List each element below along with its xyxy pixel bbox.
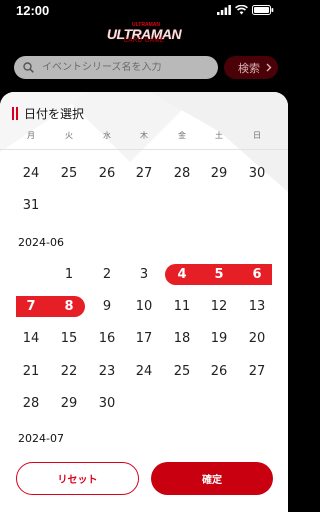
search-button-label: 検索 — [238, 61, 260, 75]
status-icons — [217, 5, 274, 15]
weekday-mon: 月 — [27, 131, 35, 140]
day-cell[interactable]: 24 — [129, 364, 159, 379]
weekday-tue: 火 — [65, 131, 73, 140]
day-cell[interactable]: 25 — [167, 364, 197, 379]
day-cell[interactable]: 31 — [16, 198, 46, 213]
day-cell[interactable]: 27 — [242, 364, 272, 379]
title-accent-icon — [12, 107, 18, 120]
chevron-right-icon — [266, 63, 272, 72]
day-cell[interactable]: 9 — [92, 299, 122, 314]
day-cell[interactable]: 26 — [204, 364, 234, 379]
sheet-header: 日付を選択 — [12, 105, 84, 122]
day-cell-selected[interactable]: 7 — [16, 299, 46, 314]
weekday-wed: 水 — [103, 131, 111, 140]
day-cell[interactable]: 24 — [16, 166, 46, 181]
day-cell[interactable]: 11 — [167, 299, 197, 314]
day-cell[interactable]: 30 — [92, 396, 122, 411]
search-field[interactable] — [14, 56, 218, 79]
day-cell[interactable]: 10 — [129, 299, 159, 314]
day-cell[interactable]: 16 — [92, 331, 122, 346]
day-cell[interactable]: 18 — [167, 331, 197, 346]
day-cell[interactable]: 1 — [54, 267, 84, 282]
day-cell[interactable]: 26 — [92, 166, 122, 181]
day-cell[interactable]: 28 — [16, 396, 46, 411]
day-cell[interactable]: 29 — [54, 396, 84, 411]
ultraman-logo: ULTRAMAN ULTRAMAN CARD GAME — [98, 22, 190, 46]
day-cell-selected[interactable]: 6 — [242, 267, 272, 282]
status-bar: 12:00 — [0, 0, 288, 22]
day-cell-selected[interactable]: 8 — [54, 299, 84, 314]
weekday-header: 月 火 水 木 金 土 日 — [0, 130, 288, 148]
reset-button[interactable]: リセット — [16, 462, 139, 495]
day-cell-selected[interactable]: 4 — [167, 267, 197, 282]
day-cell[interactable]: 25 — [54, 166, 84, 181]
day-cell[interactable]: 20 — [242, 331, 272, 346]
day-cell[interactable]: 23 — [92, 364, 122, 379]
confirm-button[interactable]: 確定 — [151, 462, 273, 495]
sheet-title: 日付を選択 — [24, 107, 85, 121]
day-cell[interactable]: 12 — [204, 299, 234, 314]
search-icon — [23, 62, 34, 73]
signal-icon — [217, 5, 231, 15]
status-time: 12:00 — [16, 3, 50, 18]
day-cell[interactable]: 15 — [54, 331, 84, 346]
day-cell-selected[interactable]: 5 — [204, 267, 234, 282]
search-input[interactable] — [42, 62, 212, 73]
day-cell[interactable]: 2 — [92, 267, 122, 282]
weekday-sat: 土 — [215, 131, 223, 140]
wifi-icon — [235, 5, 248, 15]
day-cell[interactable]: 28 — [167, 166, 197, 181]
day-cell[interactable]: 22 — [54, 364, 84, 379]
weekday-thu: 木 — [140, 131, 148, 140]
day-cell[interactable]: 17 — [129, 331, 159, 346]
logo-sub-text: CARD GAME — [123, 38, 165, 44]
day-cell[interactable]: 14 — [16, 331, 46, 346]
confirm-button-label: 確定 — [202, 475, 222, 486]
battery-icon — [252, 5, 274, 15]
search-button[interactable]: 検索 — [224, 56, 278, 79]
reset-button-label: リセット — [57, 475, 98, 486]
day-cell[interactable]: 21 — [16, 364, 46, 379]
day-cell[interactable]: 19 — [204, 331, 234, 346]
day-cell[interactable]: 27 — [129, 166, 159, 181]
day-cell[interactable]: 13 — [242, 299, 272, 314]
day-cell[interactable]: 3 — [129, 267, 159, 282]
weekday-divider — [0, 149, 288, 150]
month-label-june: 2024-06 — [18, 236, 64, 249]
day-cell[interactable]: 29 — [204, 166, 234, 181]
weekday-sun: 日 — [253, 131, 261, 140]
day-cell[interactable]: 30 — [242, 166, 272, 181]
weekday-fri: 金 — [178, 131, 186, 140]
